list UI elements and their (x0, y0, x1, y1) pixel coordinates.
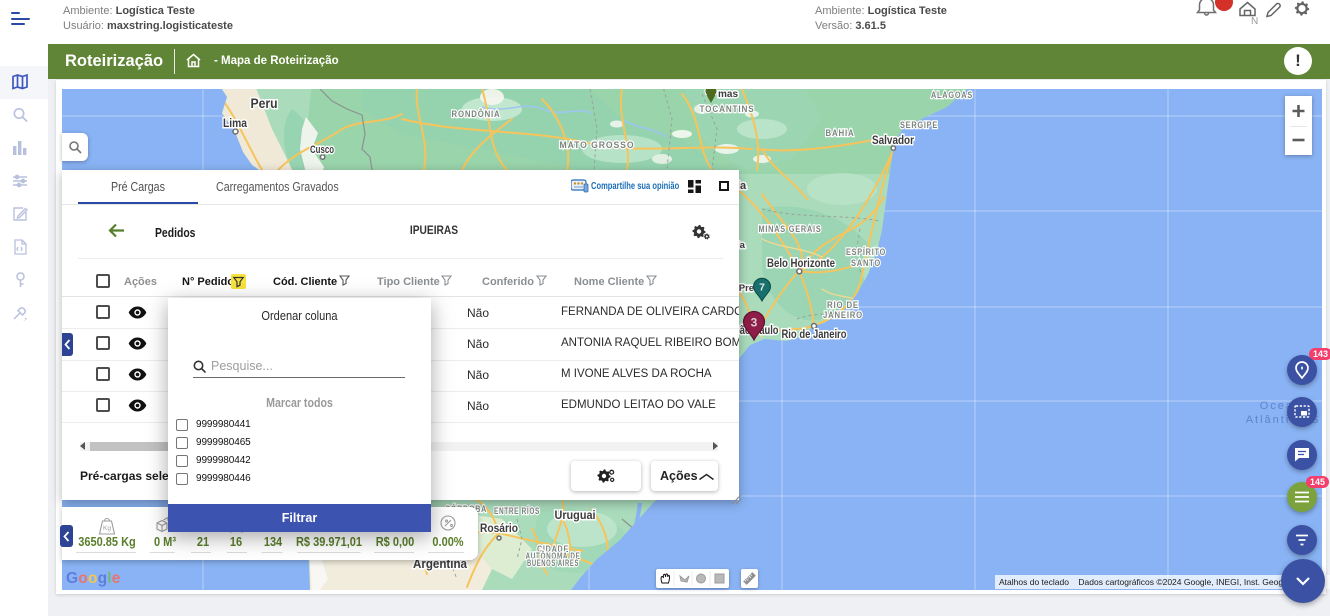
svg-text:Rio de Janeiro: Rio de Janeiro (782, 329, 847, 341)
svg-text:Belo Horizonte: Belo Horizonte (767, 258, 835, 270)
svg-text:Kg: Kg (103, 525, 111, 532)
svg-text:JANEIRO: JANEIRO (823, 310, 863, 321)
svg-text:Uruguai: Uruguai (555, 508, 596, 522)
svg-text:MINAS GERAIS: MINAS GERAIS (759, 224, 822, 235)
svg-text:BUENOS AIRES: BUENOS AIRES (527, 558, 579, 569)
svg-text:Cusco: Cusco (310, 144, 334, 156)
svg-text:Lima: Lima (223, 116, 247, 130)
svg-text:MATO GROSSO: MATO GROSSO (560, 140, 635, 151)
svg-text:N: N (1251, 16, 1258, 27)
svg-text:3: 3 (751, 316, 758, 330)
svg-text:ALAGOAS: ALAGOAS (931, 90, 973, 101)
svg-text:SANTO: SANTO (851, 258, 881, 269)
svg-text:RONDÔNIA: RONDÔNIA (452, 108, 501, 120)
svg-text:SERGIPE: SERGIPE (900, 120, 938, 131)
svg-text:BAHIA: BAHIA (826, 128, 855, 139)
svg-text:mas: mas (718, 89, 738, 100)
svg-text:Peru: Peru (251, 96, 278, 111)
svg-text:Salvador: Salvador (872, 133, 914, 147)
svg-text:ESPÍRITO: ESPÍRITO (846, 247, 886, 258)
svg-text:7: 7 (759, 282, 765, 294)
svg-text:TOCANTINS: TOCANTINS (700, 104, 755, 115)
